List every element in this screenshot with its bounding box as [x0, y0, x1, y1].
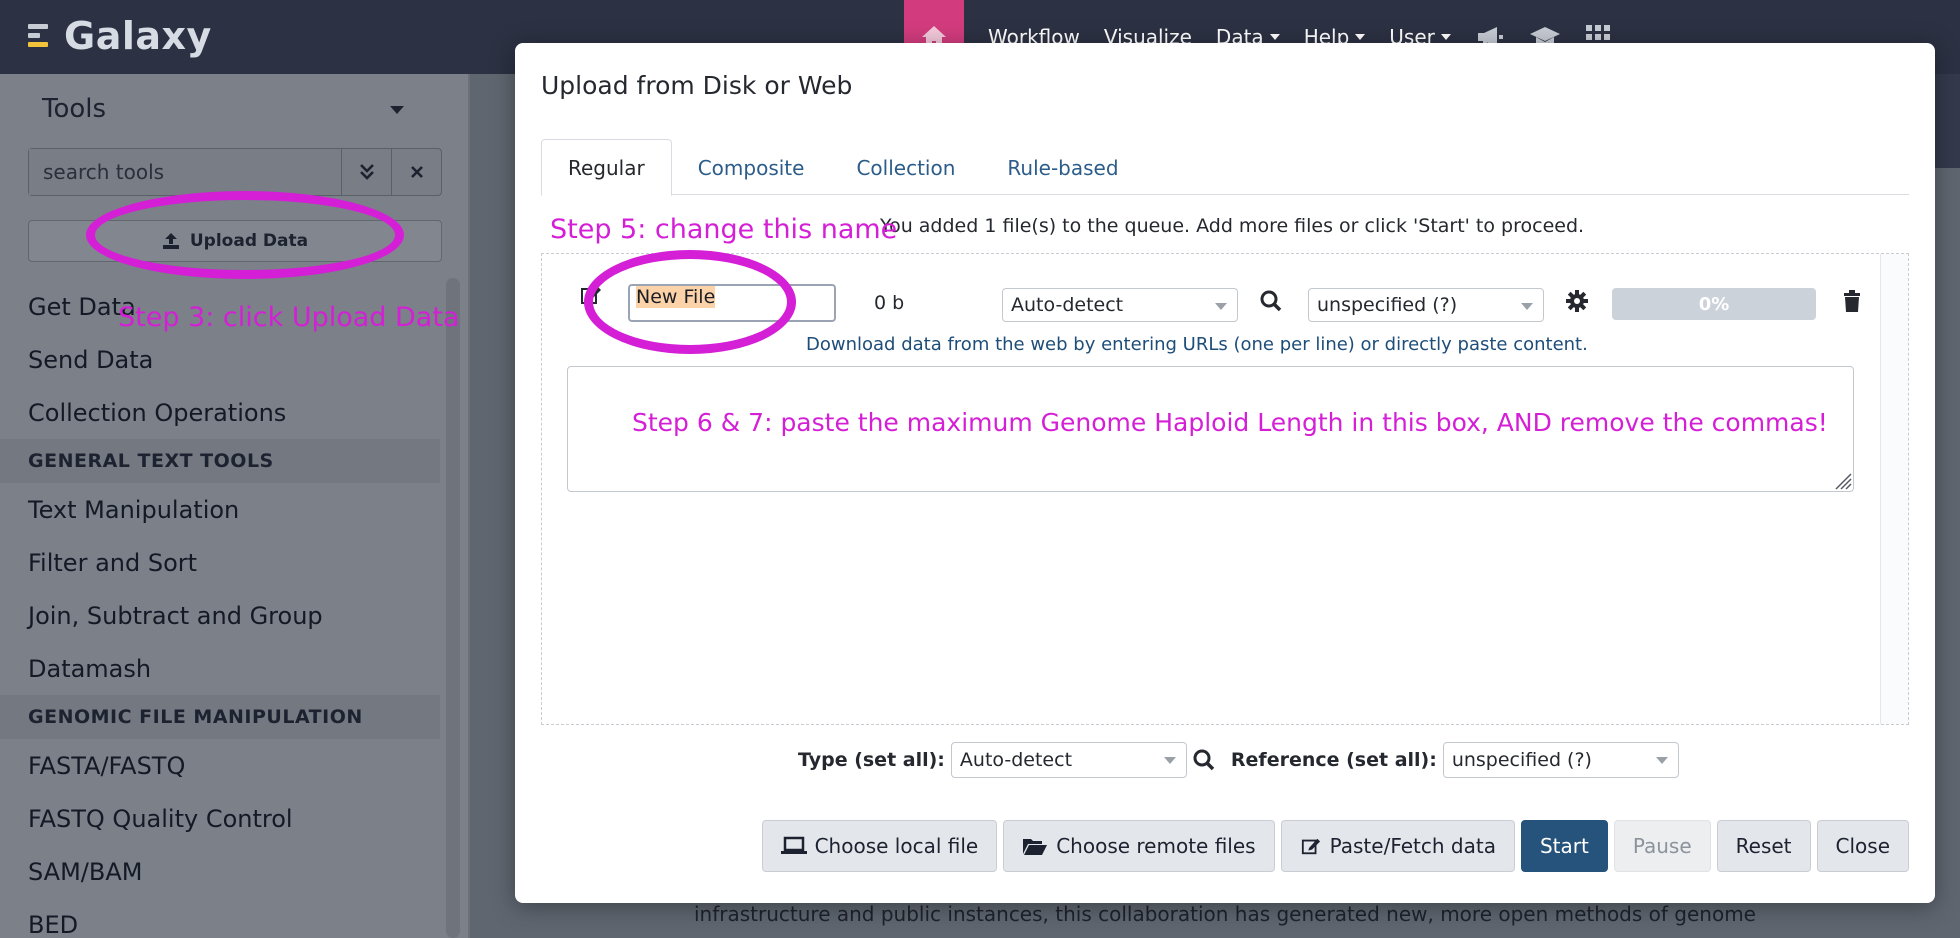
- reference-set-all-label: Reference (set all):: [1230, 749, 1437, 771]
- paste-hint: Download data from the web by entering U…: [806, 334, 1588, 355]
- upload-data-label: Upload Data: [189, 231, 309, 251]
- queue-message: You added 1 file(s) to the queue. Add mo…: [880, 215, 1585, 237]
- tool-panel-scrollbar[interactable]: [446, 278, 460, 938]
- reference-set-all-select[interactable]: unspecified (?): [1442, 742, 1679, 778]
- background-page-text: infrastructure and public instances, thi…: [694, 902, 1756, 926]
- upload-progress-text: 0%: [1698, 293, 1730, 315]
- reference-set-all-value: unspecified (?): [1451, 749, 1592, 771]
- tool-search-group: [28, 148, 442, 196]
- brand-name: Galaxy: [64, 14, 212, 58]
- tool-panel-title: Tools: [42, 94, 107, 124]
- file-name-input[interactable]: New File: [628, 284, 836, 322]
- advanced-search-button[interactable]: [341, 149, 391, 195]
- brand-logo-link[interactable]: Galaxy: [26, 10, 212, 62]
- reference-select[interactable]: unspecified (?): [1308, 288, 1544, 322]
- clear-search-button[interactable]: [391, 149, 441, 195]
- choose-remote-files-button[interactable]: Choose remote files: [1003, 820, 1275, 872]
- pause-button[interactable]: Pause: [1613, 820, 1711, 872]
- file-size: 0 b: [874, 292, 905, 314]
- close-button[interactable]: Close: [1816, 820, 1909, 872]
- tool-send-data[interactable]: Send Data: [0, 333, 440, 386]
- panel-view-dropdown-icon[interactable]: [390, 106, 404, 114]
- reference-value: unspecified (?): [1317, 294, 1458, 316]
- search-icon[interactable]: [1260, 290, 1282, 316]
- double-chevron-down-icon: [359, 164, 374, 180]
- set-all-bar: Type (set all): Auto-detect Reference (s…: [798, 741, 1679, 779]
- file-type-value: Auto-detect: [1011, 294, 1124, 316]
- tool-datamash[interactable]: Datamash: [0, 642, 440, 695]
- upload-progress-bar: 0%: [1612, 288, 1816, 320]
- trash-icon[interactable]: [1842, 290, 1862, 316]
- annotation-step3: Step 3: click Upload Data: [118, 302, 460, 333]
- drop-area-scrollbar[interactable]: [1880, 254, 1908, 724]
- upload-icon: [162, 233, 179, 249]
- tool-filter-and-sort[interactable]: Filter and Sort: [0, 536, 440, 589]
- tool-sam-bam[interactable]: SAM/BAM: [0, 845, 440, 898]
- choose-local-file-label: Choose local file: [814, 834, 979, 858]
- tab-regular[interactable]: Regular: [541, 139, 672, 196]
- tool-fastq-quality-control[interactable]: FASTQ Quality Control: [0, 792, 440, 845]
- upload-data-button[interactable]: Upload Data: [28, 220, 442, 262]
- close-icon: [410, 166, 423, 178]
- caret-down-icon: [1440, 34, 1451, 40]
- tab-collection[interactable]: Collection: [830, 139, 981, 196]
- tool-list: Get Data Send Data Collection Operations…: [0, 280, 440, 938]
- file-name-text: New File: [636, 286, 716, 308]
- upload-tabs: Regular Composite Collection Rule-based: [541, 139, 1909, 196]
- folder-open-icon: [1023, 839, 1048, 855]
- tool-text-manipulation[interactable]: Text Manipulation: [0, 483, 440, 536]
- backdrop-panel-edge: [1935, 74, 1960, 168]
- section-general-text-tools[interactable]: GENERAL TEXT TOOLS: [0, 439, 440, 483]
- tool-fasta-fastq[interactable]: FASTA/FASTQ: [0, 739, 440, 792]
- modal-footer: Choose local file Choose remote files Pa…: [756, 820, 1909, 872]
- start-button[interactable]: Start: [1520, 820, 1608, 872]
- type-set-all-label: Type (set all):: [798, 749, 945, 771]
- paste-fetch-data-button[interactable]: Paste/Fetch data: [1280, 820, 1515, 872]
- section-genomic-file-manipulation[interactable]: GENOMIC FILE MANIPULATION: [0, 695, 440, 739]
- caret-down-icon: [1269, 34, 1280, 40]
- search-icon[interactable]: [1193, 749, 1215, 771]
- caret-down-icon: [1215, 303, 1227, 310]
- gear-icon[interactable]: [1566, 290, 1588, 316]
- upload-drop-area[interactable]: New File 0 b Auto-detect unspecified (?)…: [541, 253, 1909, 725]
- edit-icon: [580, 284, 602, 310]
- edit-icon: [1301, 838, 1320, 855]
- caret-down-icon: [1655, 757, 1668, 764]
- choose-remote-files-label: Choose remote files: [1056, 834, 1256, 858]
- tool-collection-operations[interactable]: Collection Operations: [0, 386, 440, 439]
- tool-bed[interactable]: BED: [0, 898, 440, 938]
- tool-panel: Tools Upload Data Get Data Send Data Col…: [0, 74, 470, 938]
- laptop-icon: [780, 836, 807, 854]
- annotation-step6-7: Step 6 & 7: paste the maximum Genome Hap…: [632, 408, 1828, 437]
- choose-local-file-button[interactable]: Choose local file: [761, 820, 998, 872]
- tool-search-input[interactable]: [29, 149, 341, 195]
- caret-down-icon: [1163, 757, 1176, 764]
- modal-title: Upload from Disk or Web: [541, 71, 853, 100]
- galaxy-logo-icon: [26, 21, 56, 51]
- tab-composite[interactable]: Composite: [672, 139, 831, 196]
- paste-fetch-data-label: Paste/Fetch data: [1329, 834, 1496, 858]
- tab-rule-based[interactable]: Rule-based: [981, 139, 1144, 196]
- upload-modal: Upload from Disk or Web Regular Composit…: [515, 43, 1935, 903]
- tool-join-subtract-group[interactable]: Join, Subtract and Group: [0, 589, 440, 642]
- reset-button[interactable]: Reset: [1716, 820, 1811, 872]
- type-set-all-value: Auto-detect: [959, 749, 1073, 771]
- caret-down-icon: [1521, 303, 1533, 310]
- type-set-all-select[interactable]: Auto-detect: [950, 742, 1187, 778]
- annotation-step5: Step 5: change this name: [550, 214, 898, 245]
- caret-down-icon: [1355, 34, 1366, 40]
- upload-row: New File 0 b Auto-detect unspecified (?)…: [542, 254, 1882, 492]
- file-type-select[interactable]: Auto-detect: [1002, 288, 1238, 322]
